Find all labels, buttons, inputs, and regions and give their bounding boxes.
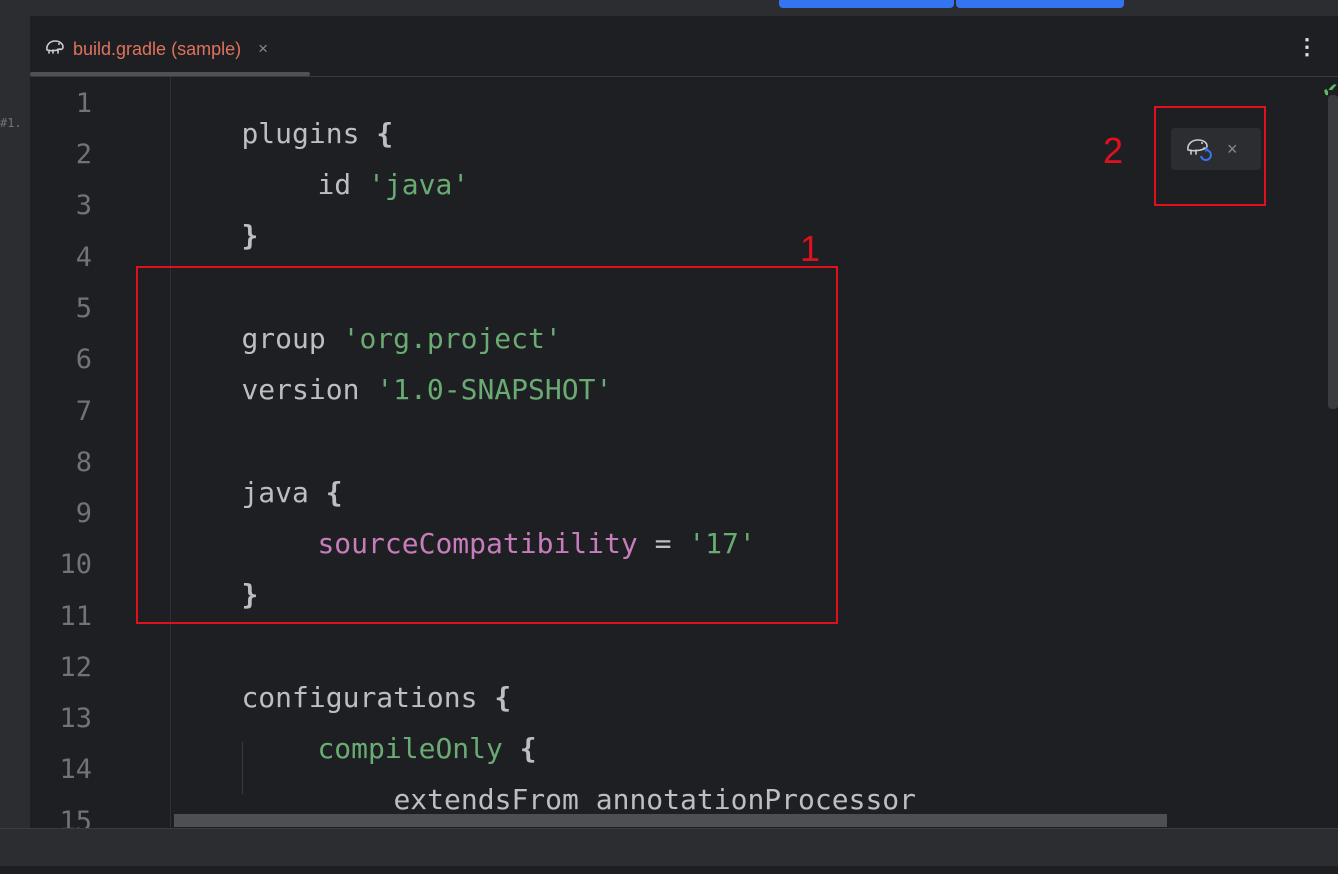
left-tool-strip: #1. — [0, 16, 30, 874]
line-number: 1 — [75, 88, 92, 119]
gradle-elephant-icon — [44, 38, 66, 61]
code-line-3: } — [174, 191, 258, 251]
code-line-2: id 'java' — [250, 140, 469, 200]
line-number: 6 — [75, 344, 92, 375]
annotation-label-2: 2 — [1103, 130, 1124, 171]
left-fragment-text: #1. — [0, 116, 22, 130]
bottom-status-bar — [0, 828, 1338, 867]
horizontal-scrollbar[interactable] — [174, 814, 1167, 827]
active-tab-indicator — [30, 72, 310, 76]
top-action-button-2[interactable] — [956, 0, 1124, 8]
line-number: 10 — [59, 549, 92, 580]
line-number: 9 — [75, 498, 92, 529]
line-number: 8 — [75, 447, 92, 478]
tab-close-icon[interactable]: × — [258, 39, 268, 59]
code-token: extendsFrom — [393, 783, 579, 816]
top-action-button-1[interactable] — [779, 0, 954, 8]
vertical-scrollbar-thumb[interactable] — [1328, 95, 1338, 409]
code-token: } — [241, 219, 259, 252]
code-line-12: configurations { — [174, 653, 511, 713]
code-token: annotationProcessor — [595, 783, 917, 816]
line-number: 11 — [59, 601, 92, 632]
code-line-13: compileOnly { — [250, 704, 536, 764]
line-number: 12 — [59, 652, 92, 683]
tab-build-gradle[interactable]: build.gradle (sample) × — [44, 36, 268, 62]
annotation-box-1 — [136, 266, 838, 624]
code-string: 'java' — [368, 168, 470, 201]
line-number: 4 — [75, 242, 92, 273]
bottom-edge — [0, 866, 1338, 874]
line-number: 5 — [75, 293, 92, 324]
code-line-14: extendsFrom annotationProcessor — [326, 755, 916, 815]
more-options-icon[interactable]: ⋮ — [1296, 34, 1318, 60]
annotation-label-1: 1 — [800, 228, 821, 269]
annotation-box-2 — [1154, 106, 1266, 206]
code-token: id — [317, 168, 352, 201]
line-number: 14 — [59, 754, 92, 785]
line-number: 2 — [75, 139, 92, 170]
editor-tab-bar: build.gradle (sample) × ⋮ — [30, 16, 1338, 77]
code-line-1: plugins { — [174, 89, 393, 149]
line-number: 3 — [75, 190, 92, 221]
line-number: 13 — [59, 703, 92, 734]
indent-guide — [242, 742, 243, 794]
line-number: 15 — [59, 806, 92, 829]
tab-label: build.gradle (sample) — [73, 38, 242, 59]
line-number: 7 — [75, 396, 92, 427]
title-bar — [0, 0, 1338, 16]
